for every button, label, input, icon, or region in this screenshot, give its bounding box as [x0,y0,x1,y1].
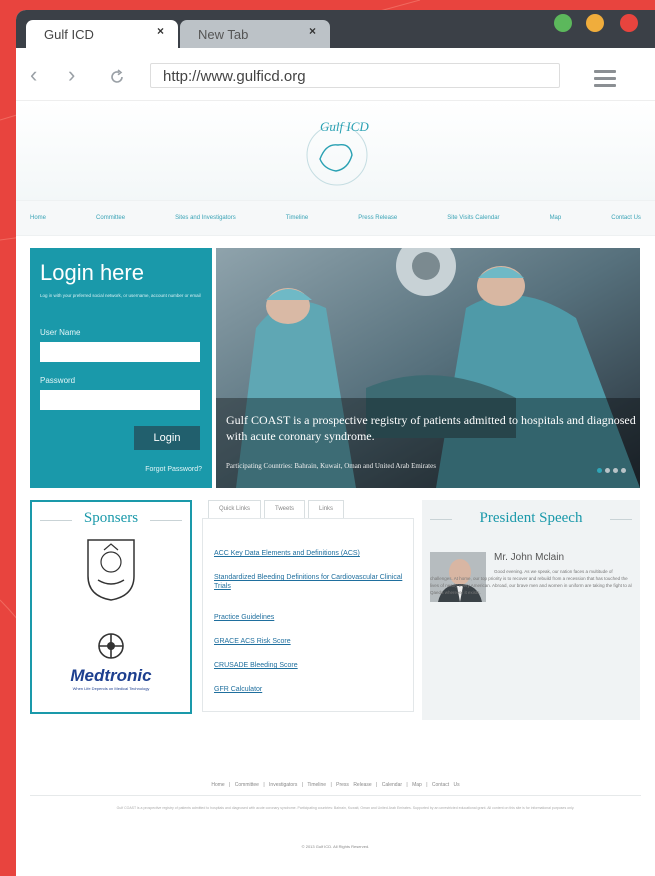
reload-icon[interactable] [108,68,126,86]
site-header: Gulf ICD [16,101,655,201]
footer-divider [30,795,641,796]
login-title: Login here [40,260,144,285]
slider-caption: Gulf COAST is a prospective registry of … [226,413,636,443]
president-title: President Speech [479,510,583,526]
nav-calendar[interactable]: Site Visits Calendar [447,215,499,221]
tab-quick-links[interactable]: Quick Links [208,500,262,519]
copyright: © 2013 Gulf ICD. All Rights Reserved. [301,844,370,849]
login-subtitle: Log in with your preferred social networ… [40,293,201,298]
password-input[interactable] [40,390,200,410]
forgot-password-link[interactable]: Forgot Password? [145,466,202,473]
link-acc-key-data[interactable]: ACC Key Data Elements and Definitions (A… [214,549,404,558]
main-nav: Home Committee Sites and Investigators T… [16,200,655,236]
password-label: Password [40,376,76,385]
username-label: User Name [40,328,81,337]
president-name: Mr. John Mclain [494,552,565,563]
link-crusade-score[interactable]: CRUSADE Bleeding Score [214,661,404,670]
divider [150,520,182,521]
slider-dot[interactable] [621,468,626,473]
tab-tweets[interactable]: Tweets [264,500,306,519]
nav-contact[interactable]: Contact Us [611,215,641,221]
hamburger-menu-icon[interactable] [594,70,616,91]
forward-arrow-icon[interactable]: › [68,62,75,88]
slider-pager[interactable] [597,468,626,473]
tab-label: Gulf ICD [44,26,94,42]
maximize-dot-icon[interactable] [554,14,572,32]
president-speech-box: President Speech Mr. John Mclain Good ev… [422,500,640,720]
browser-toolbar: ‹ › http://www.gulficd.org [16,48,655,101]
tab-gulf-icd[interactable]: Gulf ICD × [26,20,178,48]
browser-window: Gulf ICD × New Tab × ‹ › http://www.gulf… [16,10,655,876]
link-gfr-calculator[interactable]: GFR Calculator [214,685,404,694]
tab-links[interactable]: Links [308,500,345,519]
tab-label: New Tab [198,26,249,42]
slider-dot[interactable] [613,468,618,473]
tab-new-tab[interactable]: New Tab × [180,20,330,48]
nav-timeline[interactable]: Timeline [286,215,308,221]
sponsors-title: Sponsers [83,510,139,526]
surgery-photo [216,248,640,488]
sponsors-box: Sponsers Medtronic When Life Depends on … [30,500,192,714]
tab-bar: Gulf ICD × New Tab × [16,10,655,48]
university-crest-logo[interactable] [84,536,138,602]
slider-dot[interactable] [597,468,602,473]
close-window-dot-icon[interactable] [620,14,638,32]
medtronic-logo[interactable]: Medtronic [32,666,190,686]
medtronic-tagline: When Life Depends on Medical Technology [72,686,150,691]
footer-text: Gulf COAST is a prospective registry of … [116,806,575,810]
link-practice-guidelines[interactable]: Practice Guidelines [214,613,404,622]
close-tab-icon[interactable]: × [309,24,316,38]
svg-text:Gulf ICD: Gulf ICD [320,119,369,134]
president-speech-text: Good evening. As we speak, our nation fa… [430,569,632,595]
footer-nav[interactable]: Home | Committee | Investigators | Timel… [16,782,655,788]
nav-press[interactable]: Press Release [358,215,397,221]
login-button[interactable]: Login [134,426,200,450]
slider-subcaption: Participating Countries: Bahrain, Kuwait… [226,462,436,470]
back-arrow-icon[interactable]: ‹ [30,62,37,88]
medtronic-symbol-icon [98,633,124,659]
nav-sites[interactable]: Sites and Investigators [175,215,236,221]
divider [610,519,632,520]
hero-section: Login here Log in with your preferred so… [30,248,640,488]
address-bar[interactable]: http://www.gulficd.org [150,63,560,88]
link-bleeding-definitions[interactable]: Standardized Bleeding Definitions for Ca… [214,573,404,591]
nav-map[interactable]: Map [550,215,562,221]
login-panel: Login here Log in with your preferred so… [30,248,212,488]
minimize-dot-icon[interactable] [586,14,604,32]
username-input[interactable] [40,342,200,362]
nav-home[interactable]: Home [30,215,46,221]
links-tabs: Quick Links Tweets Links [208,500,345,519]
hero-slider[interactable]: Gulf COAST is a prospective registry of … [216,248,640,488]
close-tab-icon[interactable]: × [157,24,164,38]
gulf-icd-logo[interactable]: Gulf ICD [298,113,376,191]
slider-dot[interactable] [605,468,610,473]
quick-links-widget: Quick Links Tweets Links ACC Key Data El… [202,500,414,712]
link-grace-score[interactable]: GRACE ACS Risk Score [214,637,404,646]
links-panel: ACC Key Data Elements and Definitions (A… [202,518,414,712]
nav-committee[interactable]: Committee [96,215,125,221]
